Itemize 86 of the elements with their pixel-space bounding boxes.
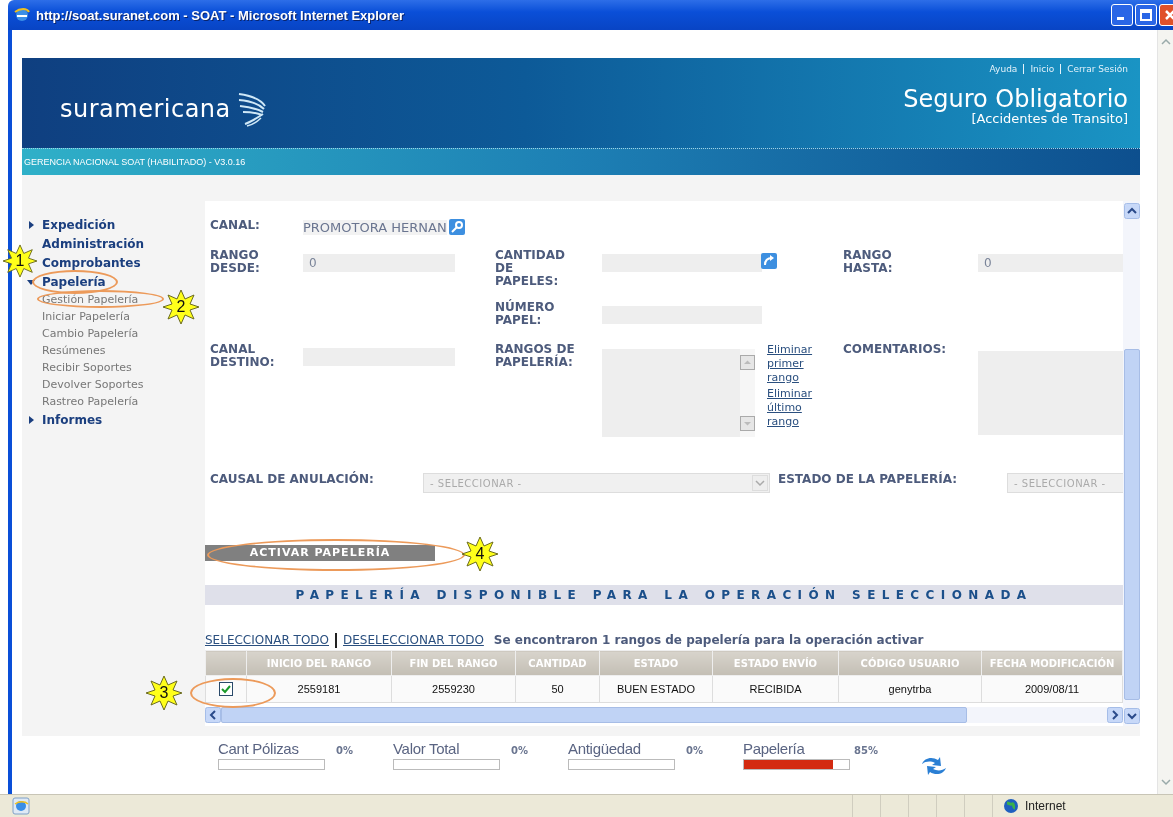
link[interactable]: DESELECCIONAR TODO — [343, 633, 484, 647]
field-label: RANGO HASTA: — [843, 249, 894, 275]
sidebar-subitem[interactable]: Recibir Soportes — [26, 359, 132, 376]
input-field[interactable]: 0 — [978, 254, 1123, 272]
field-label: CAUSAL DE ANULACIÓN: — [210, 473, 375, 486]
sidebar-item[interactable]: Administración — [42, 236, 145, 251]
sidebar-subitem[interactable]: Iniciar Papelería — [26, 308, 130, 325]
section-title: PAPELERÍA DISPONIBLE PARA LA OPERACIÓN SELECCIONADA — [295, 588, 1033, 602]
meter-label: Antigüedad — [568, 740, 641, 757]
column-header: ESTADO — [599, 650, 713, 676]
number-badge: 1 — [3, 244, 37, 278]
sidebar-item[interactable]: Expedición — [42, 217, 116, 232]
table-cell: RECIBIDA — [712, 675, 839, 703]
field-label: RANGO DESDE: — [210, 249, 261, 275]
checkbox[interactable] — [219, 682, 233, 697]
sidebar-subitem[interactable]: Resúmenes — [26, 342, 106, 359]
sidebar-subitem[interactable]: Cambio Papelería — [26, 325, 139, 342]
scroll-left-icon[interactable] — [205, 707, 221, 723]
field-label: CANTIDAD DE PAPELES: — [495, 249, 566, 288]
dropdown-value: - SELECCIONAR - — [430, 477, 522, 489]
scrollbar[interactable] — [1123, 201, 1140, 726]
sidebar-subitem[interactable]: Devolver Soportes — [26, 376, 144, 393]
channel-value: PROMOTORA HERNAN — [303, 219, 447, 235]
meter-label: Valor Total — [393, 740, 460, 757]
activate-button[interactable]: ACTIVAR PAPELERÍA — [205, 545, 435, 561]
logo-text[interactable]: suramericana — [60, 95, 231, 123]
scroll-thumb[interactable] — [1123, 349, 1140, 700]
field-label: RANGOS DE PAPELERÍA: — [495, 343, 576, 369]
table-cell: 2009/08/11 — [981, 675, 1123, 703]
column-header: ESTADO ENVÍO — [712, 650, 839, 676]
field-label: CANAL: — [210, 219, 261, 232]
column-header: INICIO DEL RANGO — [246, 650, 392, 676]
sidebar-subitem[interactable]: Rastreo Papelería — [26, 393, 139, 410]
expand-arrow-icon[interactable] — [26, 414, 36, 425]
scroll-thumb[interactable] — [221, 707, 967, 723]
scroll-up-icon[interactable] — [1123, 203, 1140, 219]
results-message: Se encontraron 1 rangos de papelería para la operación activar — [493, 633, 924, 647]
page-icon — [12, 797, 30, 815]
meter-reading: 85% — [854, 745, 878, 756]
header-link[interactable]: Inicio — [1023, 64, 1055, 74]
column-header: FECHA MODIFICACIÓN — [981, 650, 1123, 676]
link[interactable]: Eliminar último rango — [767, 387, 823, 429]
field-label: ESTADO DE LA PAPELERÍA: — [778, 473, 958, 486]
meter-label: Papelería — [743, 740, 805, 757]
meter-label: Cant Pólizas — [218, 740, 299, 757]
product-title: Seguro Obligatorio — [903, 86, 1128, 112]
table-cell: 2559181 — [246, 675, 392, 703]
table-cell: 2559230 — [391, 675, 516, 703]
table-cell: BUEN ESTADO — [599, 675, 713, 703]
product-subtitle: [Accidentes de Transito] — [971, 112, 1128, 125]
field-label: COMENTARIOS: — [843, 343, 948, 356]
number-badge: 3 — [146, 675, 182, 711]
scroll-right-icon[interactable] — [1107, 707, 1123, 723]
sidebar-item[interactable]: Informes — [42, 412, 103, 427]
number-badge: 4 — [462, 536, 498, 572]
column-header: FIN DEL RANGO — [391, 650, 516, 676]
number-badge: 2 — [163, 289, 199, 325]
header-link[interactable]: Ayuda — [989, 64, 1018, 74]
field-label: NÚMERO PAPEL: — [495, 301, 556, 327]
meter-reading: 0% — [686, 745, 703, 756]
scroll-down-icon[interactable] — [1123, 708, 1140, 724]
link[interactable]: SELECCIONAR TODO — [205, 633, 329, 647]
input-field[interactable] — [602, 254, 762, 272]
column-header: CANTIDAD — [515, 650, 600, 676]
subtitle-text: GERENCIA NACIONAL SOAT (HABILITADO) - V3.0.16 — [24, 157, 246, 167]
column-header: CÓDIGO USUARIO — [838, 650, 982, 676]
dropdown-value: - SELECCIONAR - — [1014, 477, 1106, 489]
sidebar-item[interactable]: Papelería — [42, 274, 106, 289]
sidebar-item[interactable]: Comprobantes — [42, 255, 141, 270]
meter-reading: 0% — [511, 745, 528, 756]
sidebar-subitem[interactable]: Gestión Papelería — [26, 291, 139, 308]
window-title: http://soat.suranet.com - SOAT - Microsoft Internet Explorer — [36, 7, 406, 23]
link[interactable]: Eliminar primer rango — [767, 343, 823, 385]
expand-arrow-icon[interactable] — [26, 219, 36, 230]
table-cell: 50 — [515, 675, 600, 703]
browser-icon — [14, 7, 30, 23]
input-field[interactable]: 0 — [303, 254, 455, 272]
field-label: CANAL DESTINO: — [210, 343, 276, 369]
scrollbar[interactable] — [205, 707, 1123, 723]
key-icon[interactable] — [448, 219, 465, 235]
meter-reading: 0% — [336, 745, 353, 756]
table-cell: genytrba — [838, 675, 982, 703]
wing-logo-icon — [236, 90, 267, 128]
security-zone: Internet — [1025, 799, 1066, 813]
header-link[interactable]: Cerrar Sesión — [1060, 64, 1128, 74]
globe-icon — [1003, 798, 1019, 814]
